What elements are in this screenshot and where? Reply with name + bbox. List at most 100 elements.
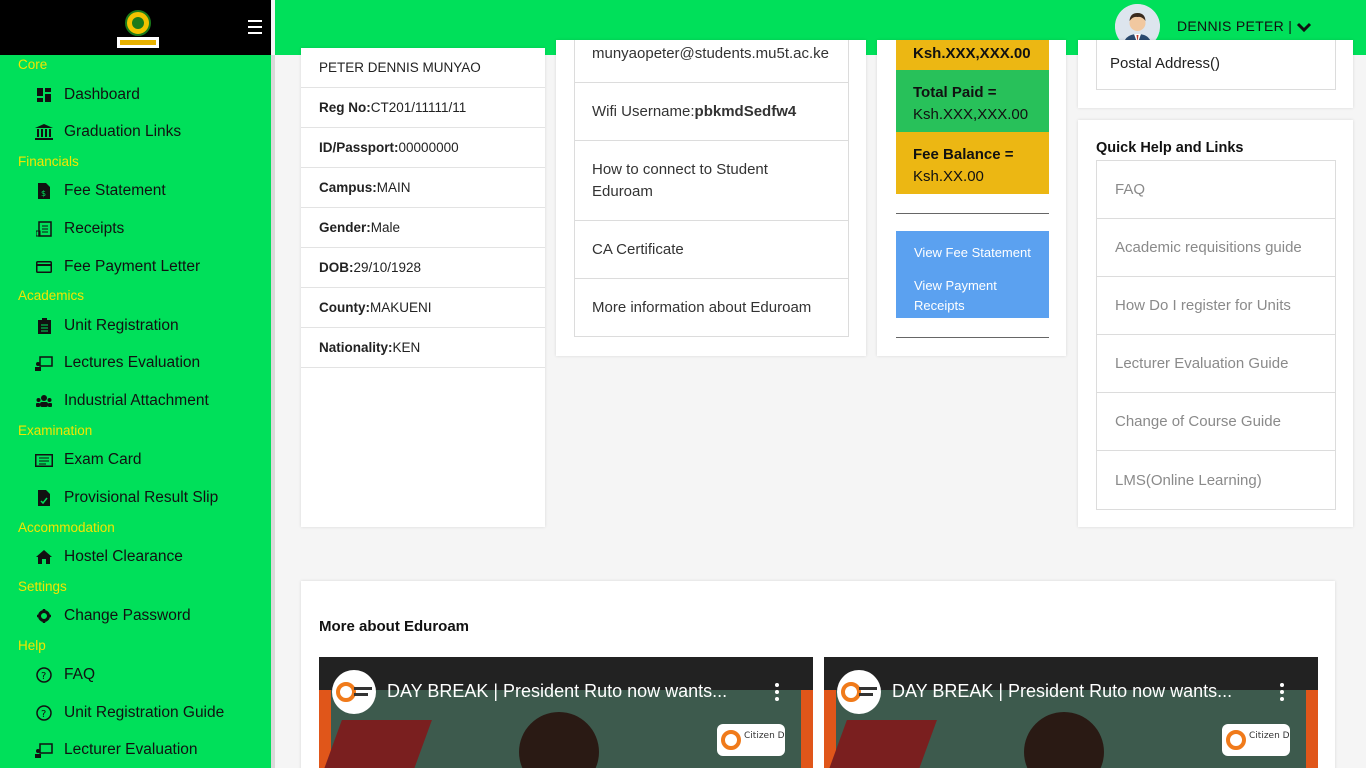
gear-icon [35,607,53,625]
field-label: Gender: [319,220,371,235]
more-options-icon[interactable] [775,683,779,704]
sidebar-item-label: Provisional Result Slip [64,489,219,506]
users-icon [35,392,53,410]
field-value: MAKUENI [370,300,432,315]
watermark-text: Citizen Digital [1249,731,1290,741]
quick-link-register-units[interactable]: How Do I register for Units [1097,277,1335,335]
channel-avatar-icon[interactable] [837,670,881,714]
sidebar-item-industrial-attachment[interactable]: Industrial Attachment [0,385,271,417]
field-value: CT201/11111/11 [370,100,467,115]
quick-link-faq[interactable]: FAQ [1097,161,1335,219]
sidebar-item-faq[interactable]: ? FAQ [0,659,271,691]
sidebar-item-label: Receipts [64,220,125,237]
sidebar-item-fee-statement[interactable]: $ Fee Statement [0,175,271,207]
sidebar: Core Dashboard Graduation Links Financia… [0,0,271,768]
balance-label: Fee Balance = [913,146,1014,163]
wifi-label: Wifi Username: [592,103,695,120]
more-about-eduroam-card: More about Eduroam DAY BREAK | President… [301,581,1335,768]
paid-label: Total Paid = [913,84,997,101]
chalkboard-icon [35,741,53,759]
sidebar-item-label: Fee Payment Letter [64,258,201,275]
quick-help-list: FAQ Academic requisitions guide How Do I… [1096,160,1336,510]
section-settings: Settings [18,579,67,594]
fee-balance: Fee Balance = Ksh.XX.00 [896,132,1049,194]
sidebar-item-unit-registration[interactable]: Unit Registration [0,310,271,342]
eduroam-card: munyaopeter@students.mu5t.ac.ke Wifi Use… [556,40,866,356]
sidebar-item-graduation-links[interactable]: Graduation Links [0,116,271,148]
sidebar-item-exam-card[interactable]: Exam Card [0,444,271,476]
eduroam-info-link[interactable]: More information about Eduroam [575,278,848,336]
connect-eduroam-link[interactable]: How to connect to Student Eduroam [575,140,848,220]
profile-field-nationality: Nationality: KEN [301,328,545,368]
question-circle-icon: ? [35,704,53,722]
invoice-icon: $ [35,182,53,200]
profile-field-gender: Gender: Male [301,208,545,248]
sidebar-item-label: Lectures Evaluation [64,354,201,371]
quick-link-lms[interactable]: LMS(Online Learning) [1097,451,1335,509]
view-fee-statement-button[interactable]: View Fee Statement [896,231,1049,273]
profile-card: PETER DENNIS MUNYAO Reg No: CT201/11111/1… [301,48,545,527]
sidebar-item-label: Exam Card [64,451,142,468]
sidebar-item-label: Lecturer Evaluation [64,741,198,758]
quick-help-title: Quick Help and Links [1096,140,1244,156]
profile-field-id-passport: ID/Passport: 00000000 [301,128,545,168]
chalkboard-icon [35,354,53,372]
sidebar-item-fee-payment-letter[interactable]: Fee Payment Letter [0,251,271,283]
sidebar-item-lectures-evaluation[interactable]: Lectures Evaluation [0,347,271,379]
paid-value: Ksh.XXX,XXX.00 [913,106,1029,123]
receipt-icon [35,220,53,238]
svg-text:?: ? [41,709,46,720]
menu-toggle-icon[interactable] [248,20,262,34]
postal-address: Postal Address() [1096,40,1336,90]
channel-avatar-icon[interactable] [332,670,376,714]
view-payment-receipts-button[interactable]: View Payment Receipts [896,273,1049,318]
file-icon [35,489,53,507]
wifi-username: Wifi Username: pbkmdSedfw4 [575,82,848,140]
channel-watermark: Citizen Digital [717,724,807,756]
section-academics: Academics [18,288,85,303]
section-core: Core [18,57,48,72]
field-label: ID/Passport: [319,140,399,155]
user-name[interactable]: DENNIS PETER | [1177,18,1292,34]
sidebar-item-provisional-result-slip[interactable]: Provisional Result Slip [0,482,271,514]
sidebar-item-change-password[interactable]: Change Password [0,600,271,632]
profile-field-dob: DOB: 29/10/1928 [301,248,545,288]
svg-text:$: $ [41,189,46,198]
sidebar-item-label: Unit Registration Guide [64,704,225,721]
chevron-down-icon[interactable] [1296,19,1312,35]
profile-field-reg-no: Reg No: CT201/11111/11 [301,88,545,128]
university-logo[interactable] [116,9,160,50]
ca-certificate-link[interactable]: CA Certificate [575,220,848,278]
field-value: Male [370,220,401,235]
sidebar-item-receipts[interactable]: Receipts [0,213,271,245]
quick-link-change-course[interactable]: Change of Course Guide [1097,393,1335,451]
field-label: DOB: [319,260,354,275]
field-value: KEN [392,340,421,355]
balance-value: Ksh.XX.00 [913,168,984,185]
sidebar-item-label: Unit Registration [64,317,179,334]
sidebar-item-lecturer-evaluation[interactable]: Lecturer Evaluation [0,734,271,766]
sidebar-item-label: Dashboard [64,86,140,103]
sidebar-item-hostel-clearance[interactable]: Hostel Clearance [0,541,271,573]
field-label: Reg No: [319,100,371,115]
id-card-icon [35,451,53,469]
quick-link-academic-requisitions[interactable]: Academic requisitions guide [1097,219,1335,277]
sidebar-item-dashboard[interactable]: Dashboard [0,79,271,111]
field-label: Nationality: [319,340,393,355]
more-options-icon[interactable] [1280,683,1284,704]
video-embed[interactable]: DAY BREAK | President Ruto now wants... … [824,657,1318,768]
sidebar-scrollbar[interactable] [271,55,275,768]
sidebar-item-unit-registration-guide[interactable]: ? Unit Registration Guide [0,697,271,729]
sidebar-brand [0,0,271,55]
fee-total-billed: Ksh.XXX,XXX.00 [896,40,1049,70]
student-name: PETER DENNIS MUNYAO [301,48,545,88]
section-title: More about Eduroam [319,618,470,635]
field-value: MAIN [376,180,411,195]
quick-link-lecturer-evaluation[interactable]: Lecturer Evaluation Guide [1097,335,1335,393]
divider [896,337,1049,338]
eduroam-list: munyaopeter@students.mu5t.ac.ke Wifi Use… [574,40,849,337]
video-embed[interactable]: DAY BREAK | President Ruto now wants... … [319,657,813,768]
wifi-value: pbkmdSedfw4 [694,103,797,120]
university-icon [35,123,53,141]
video-title: DAY BREAK | President Ruto now wants... [892,681,1233,701]
